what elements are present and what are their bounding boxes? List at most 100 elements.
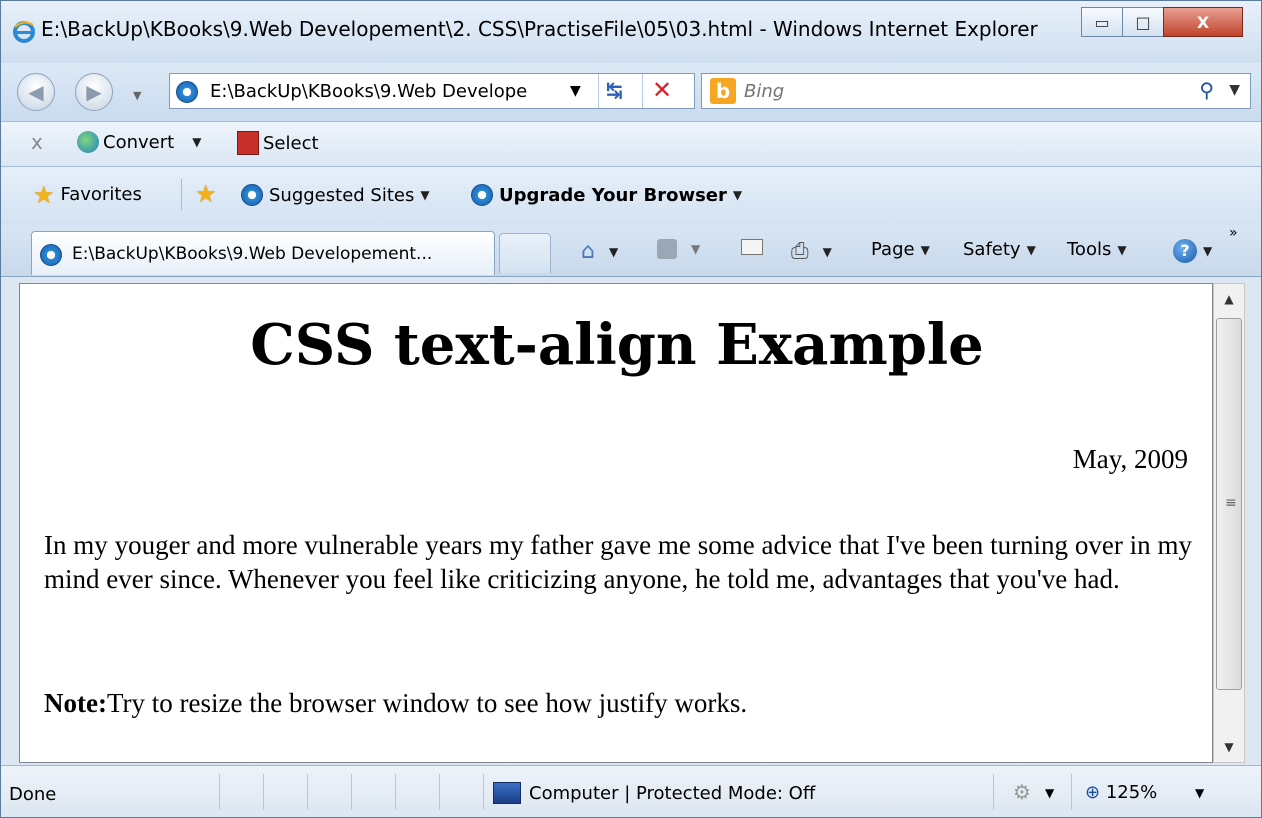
- maximize-icon: □: [1135, 12, 1151, 32]
- stop-icon[interactable]: ✕: [652, 76, 672, 104]
- status-divider: [1071, 774, 1072, 810]
- security-zone[interactable]: Computer | Protected Mode: Off: [493, 782, 815, 804]
- close-button[interactable]: X: [1163, 7, 1243, 37]
- compatibility-view-icon[interactable]: ↹: [606, 78, 623, 102]
- print-icon: ⎙: [791, 239, 809, 264]
- home-icon: ⌂: [581, 239, 595, 264]
- forward-arrow-icon: ▶: [86, 80, 102, 104]
- favorites-label: Favorites: [60, 184, 142, 205]
- zoom-value: 125%: [1105, 782, 1158, 803]
- minimize-button[interactable]: ▭: [1081, 7, 1123, 37]
- recent-pages-dropdown-icon[interactable]: ▼: [133, 89, 141, 102]
- navigation-bar: ◀ ▶ ▼ E:\BackUp\KBooks\9.Web Develope ▼ …: [1, 63, 1261, 121]
- status-text: Done: [9, 784, 57, 805]
- back-button[interactable]: ◀: [17, 73, 55, 111]
- home-button[interactable]: ⌂ ▼: [581, 239, 618, 264]
- scrollbar-thumb[interactable]: ≡: [1216, 318, 1242, 690]
- zoom-dropdown-icon[interactable]: ▼: [1195, 786, 1204, 800]
- upgrade-browser-button[interactable]: Upgrade Your Browser ▼: [471, 184, 742, 206]
- safety-menu[interactable]: Safety ▼: [963, 239, 1036, 260]
- chevron-down-icon[interactable]: ▼: [691, 242, 700, 256]
- vertical-scrollbar[interactable]: ▲ ≡ ▼: [1213, 283, 1245, 763]
- search-box[interactable]: b ⚲ ▼: [701, 73, 1251, 109]
- select-button[interactable]: Select: [237, 131, 319, 155]
- ie-logo-icon: [13, 21, 35, 43]
- status-divider: [307, 774, 308, 810]
- favorites-divider: [181, 179, 182, 211]
- page-viewport[interactable]: CSS text-align Example May, 2009 In my y…: [19, 283, 1213, 763]
- search-icon[interactable]: ⚲: [1199, 78, 1214, 102]
- rss-feed-icon: [657, 239, 677, 259]
- search-options-dropdown-icon[interactable]: ▼: [1229, 82, 1240, 98]
- note-label: Note:: [44, 688, 107, 718]
- title-bar[interactable]: E:\BackUp\KBooks\9.Web Developement\2. C…: [1, 1, 1261, 63]
- chevron-down-icon: ▼: [732, 188, 743, 202]
- address-dropdown-icon[interactable]: ▼: [570, 83, 581, 99]
- pdf-select-icon: [237, 131, 259, 155]
- convert-icon: [77, 131, 99, 153]
- page-heading: CSS text-align Example: [250, 312, 984, 378]
- chevron-down-icon[interactable]: ▼: [823, 245, 832, 259]
- maximize-button[interactable]: □: [1122, 7, 1164, 37]
- minimize-icon: ▭: [1094, 12, 1110, 32]
- tab-ie-icon: [40, 244, 62, 270]
- page-date: May, 2009: [1072, 444, 1188, 474]
- chevron-down-icon: ▼: [420, 188, 430, 202]
- chevron-down-icon[interactable]: ▼: [192, 135, 201, 149]
- bing-logo-icon: b: [710, 78, 736, 104]
- read-mail-button[interactable]: [741, 239, 763, 255]
- zoom-level[interactable]: ⊕ 125%: [1085, 782, 1157, 803]
- window-controls: ▭ □ X: [1081, 7, 1243, 39]
- favorites-star-icon: ★: [33, 180, 55, 209]
- print-button[interactable]: ⎙ ▼: [791, 239, 832, 264]
- chevron-down-icon[interactable]: ▼: [1045, 786, 1054, 800]
- suggested-sites-label: Suggested Sites: [269, 184, 415, 206]
- zoom-magnifier-icon: ⊕: [1085, 782, 1101, 803]
- chevron-down-icon[interactable]: ▼: [609, 245, 618, 259]
- upgrade-label: Upgrade Your Browser: [499, 184, 727, 206]
- computer-icon: [493, 782, 521, 804]
- favorites-button[interactable]: ★ Favorites: [33, 180, 142, 209]
- close-icon: X: [1196, 12, 1210, 32]
- status-divider: [395, 774, 396, 810]
- help-icon: ?: [1173, 239, 1197, 263]
- new-tab-button[interactable]: [499, 233, 551, 273]
- close-toolbar-icon[interactable]: x: [31, 130, 43, 154]
- zone-label: Computer | Protected Mode: Off: [529, 782, 816, 804]
- status-bar: Done Computer | Protected Mode: Off ⚙ ▼ …: [1, 765, 1261, 817]
- chevron-down-icon: ▼: [920, 242, 930, 257]
- address-divider: [598, 74, 599, 108]
- more-commands-chevron-icon[interactable]: »: [1229, 225, 1238, 241]
- suggested-sites-button[interactable]: Suggested Sites ▼: [241, 184, 430, 206]
- chevron-down-icon: ▼: [1203, 244, 1213, 258]
- scrollbar-grip-icon: ≡: [1225, 495, 1237, 511]
- scroll-down-arrow-icon[interactable]: ▼: [1214, 732, 1244, 762]
- add-to-favorites-bar-button[interactable]: ★: [195, 180, 217, 208]
- address-bar[interactable]: E:\BackUp\KBooks\9.Web Develope ▼ ↹ ✕: [169, 73, 695, 109]
- search-input[interactable]: [744, 78, 1184, 104]
- help-menu[interactable]: ? ▼: [1173, 239, 1212, 263]
- page-menu-label: Page: [871, 239, 915, 260]
- chevron-down-icon: ▼: [1026, 242, 1036, 257]
- protected-mode-icon[interactable]: ⚙: [1013, 780, 1031, 804]
- pdf-toolbar: x Convert ▼ Select: [1, 121, 1261, 167]
- scroll-up-arrow-icon[interactable]: ▲: [1214, 284, 1244, 314]
- safety-menu-label: Safety: [963, 239, 1021, 260]
- page-ie-icon: [176, 81, 198, 107]
- browser-window: E:\BackUp\KBooks\9.Web Developement\2. C…: [0, 0, 1262, 818]
- feeds-button[interactable]: ▼: [657, 239, 700, 259]
- back-arrow-icon: ◀: [28, 80, 44, 104]
- tab-current-page[interactable]: E:\BackUp\KBooks\9.Web Developement...: [31, 231, 495, 275]
- add-favorite-star-icon: ★: [195, 180, 217, 208]
- favorites-bar: ★ Favorites ★ Suggested Sites ▼ Upgrade …: [1, 167, 1261, 225]
- address-input[interactable]: E:\BackUp\KBooks\9.Web Develope: [210, 81, 570, 102]
- ie-page-icon: [241, 184, 263, 206]
- convert-button[interactable]: Convert ▼: [77, 131, 201, 153]
- page-menu[interactable]: Page ▼: [871, 239, 930, 260]
- status-divider: [351, 774, 352, 810]
- address-divider: [642, 74, 643, 108]
- forward-button[interactable]: ▶: [75, 73, 113, 111]
- page-paragraph: In my youger and more vulnerable years m…: [44, 530, 1192, 594]
- convert-label: Convert: [103, 131, 175, 153]
- tools-menu[interactable]: Tools ▼: [1067, 239, 1127, 260]
